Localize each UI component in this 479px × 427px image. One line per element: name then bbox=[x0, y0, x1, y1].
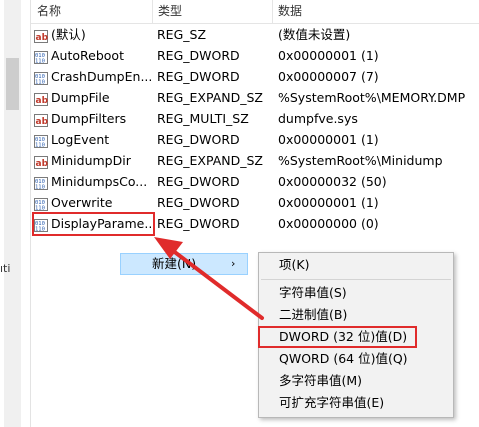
value-name: AutoReboot bbox=[51, 48, 124, 63]
registry-value-row[interactable]: 010 110 MinidumpsCo... REG_DWORD 0x0000003… bbox=[31, 171, 479, 192]
value-type: REG_EXPAND_SZ bbox=[157, 90, 263, 105]
tree-pane: ıti bbox=[0, 0, 30, 427]
svg-text:ab: ab bbox=[36, 96, 49, 106]
binary-value-icon: 010 110 bbox=[34, 175, 48, 191]
svg-text:110: 110 bbox=[35, 59, 45, 65]
value-name: MinidumpDir bbox=[51, 153, 131, 168]
value-name-cell: 010 110 LogEvent bbox=[34, 129, 154, 150]
value-name-cell: 010 110 MinidumpsCo... bbox=[34, 171, 154, 192]
string-value-icon: ab bbox=[34, 28, 49, 43]
value-name-cell: ab DumpFile bbox=[34, 87, 154, 108]
menu-item-new[interactable]: 新建(N) › bbox=[120, 253, 248, 275]
value-name: MinidumpsCo... bbox=[51, 174, 148, 189]
registry-value-row[interactable]: 010 110 CrashDumpEn... REG_DWORD 0x0000000… bbox=[31, 66, 479, 87]
value-name-cell: ab MinidumpDir bbox=[34, 150, 154, 171]
registry-value-row[interactable]: ab (默认) REG_SZ (数值未设置) bbox=[31, 24, 479, 45]
value-type: REG_DWORD bbox=[157, 174, 240, 189]
column-divider[interactable] bbox=[152, 0, 153, 23]
menu-separator bbox=[261, 279, 451, 280]
value-name-cell: 010 110 AutoReboot bbox=[34, 45, 154, 66]
value-type: REG_DWORD bbox=[157, 48, 240, 63]
string-value-icon: ab bbox=[34, 154, 49, 169]
column-header-type[interactable]: 类型 bbox=[158, 0, 182, 23]
value-name-cell: 010 110 Overwrite bbox=[34, 192, 154, 213]
value-name: Overwrite bbox=[51, 195, 113, 210]
value-type: REG_DWORD bbox=[157, 195, 240, 210]
tree-text-fragment: ıti bbox=[0, 262, 11, 275]
value-name-cell: ab DumpFilters bbox=[34, 108, 154, 129]
registry-value-row[interactable]: 010 110 Overwrite REG_DWORD 0x00000001 (1) bbox=[31, 192, 479, 213]
value-type: REG_SZ bbox=[157, 27, 207, 42]
value-data: %SystemRoot%\MEMORY.DMP bbox=[278, 90, 466, 105]
annotation-box-new-value bbox=[32, 212, 155, 236]
list-header: 名称 类型 数据 bbox=[31, 0, 479, 24]
value-data: 0x00000001 (1) bbox=[278, 195, 379, 210]
value-type: REG_DWORD bbox=[157, 216, 240, 231]
svg-text:110: 110 bbox=[35, 80, 45, 86]
value-type: REG_EXPAND_SZ bbox=[157, 153, 263, 168]
value-data: 0x00000000 (0) bbox=[278, 216, 379, 231]
value-data: 0x00000001 (1) bbox=[278, 132, 379, 147]
value-name: (默认) bbox=[51, 27, 86, 42]
svg-text:110: 110 bbox=[35, 185, 45, 191]
menu-item-qword-value[interactable]: QWORD (64 位)值(Q) bbox=[279, 349, 408, 369]
binary-value-icon: 010 110 bbox=[34, 196, 48, 212]
value-type: REG_MULTI_SZ bbox=[157, 111, 249, 126]
menu-item-binary-value[interactable]: 二进制值(B) bbox=[279, 305, 347, 325]
value-data: %SystemRoot%\Minidump bbox=[278, 153, 443, 168]
value-name: DumpFile bbox=[51, 90, 110, 105]
registry-value-row[interactable]: ab DumpFilters REG_MULTI_SZ dumpfve.sys bbox=[31, 108, 479, 129]
value-type: REG_DWORD bbox=[157, 69, 240, 84]
binary-value-icon: 010 110 bbox=[34, 70, 48, 86]
menu-item-key[interactable]: 项(K) bbox=[279, 255, 309, 275]
registry-value-row[interactable]: 010 110 AutoReboot REG_DWORD 0x00000001 (1… bbox=[31, 45, 479, 66]
submenu-arrow-icon: › bbox=[231, 257, 236, 270]
svg-text:ab: ab bbox=[36, 159, 49, 169]
registry-value-row[interactable]: ab DumpFile REG_EXPAND_SZ %SystemRoot%\ME… bbox=[31, 87, 479, 108]
registry-value-row[interactable]: ab MinidumpDir REG_EXPAND_SZ %SystemRoot%… bbox=[31, 150, 479, 171]
svg-text:110: 110 bbox=[35, 143, 45, 149]
string-value-icon: ab bbox=[34, 112, 49, 127]
value-data: 0x00000001 (1) bbox=[278, 48, 379, 63]
value-data: 0x00000007 (7) bbox=[278, 69, 379, 84]
value-data: dumpfve.sys bbox=[278, 111, 358, 126]
registry-value-row[interactable]: 010 110 LogEvent REG_DWORD 0x00000001 (1) bbox=[31, 129, 479, 150]
value-name-cell: 010 110 CrashDumpEn... bbox=[34, 66, 154, 87]
menu-item-string-value[interactable]: 字符串值(S) bbox=[279, 283, 347, 303]
menu-item-expandable-string-value[interactable]: 可扩充字符串值(E) bbox=[279, 393, 384, 413]
menu-item-new-label: 新建(N) bbox=[152, 256, 197, 271]
value-name-cell: ab (默认) bbox=[34, 24, 154, 45]
column-divider[interactable] bbox=[272, 0, 273, 23]
tree-scrollbar-thumb[interactable] bbox=[6, 58, 19, 110]
string-value-icon: ab bbox=[34, 91, 49, 106]
binary-value-icon: 010 110 bbox=[34, 49, 48, 65]
annotation-box-dword bbox=[258, 326, 417, 348]
svg-text:110: 110 bbox=[35, 206, 45, 212]
svg-text:ab: ab bbox=[36, 33, 49, 43]
menu-item-multi-string-value[interactable]: 多字符串值(M) bbox=[279, 371, 362, 391]
svg-text:ab: ab bbox=[36, 117, 49, 127]
column-header-data[interactable]: 数据 bbox=[278, 0, 302, 23]
binary-value-icon: 010 110 bbox=[34, 133, 48, 149]
value-name: CrashDumpEn... bbox=[51, 69, 153, 84]
value-type: REG_DWORD bbox=[157, 132, 240, 147]
column-header-name[interactable]: 名称 bbox=[37, 0, 61, 23]
value-data: (数值未设置) bbox=[278, 27, 351, 42]
value-data: 0x00000032 (50) bbox=[278, 174, 387, 189]
value-name: DumpFilters bbox=[51, 111, 127, 126]
value-name: LogEvent bbox=[51, 132, 110, 147]
